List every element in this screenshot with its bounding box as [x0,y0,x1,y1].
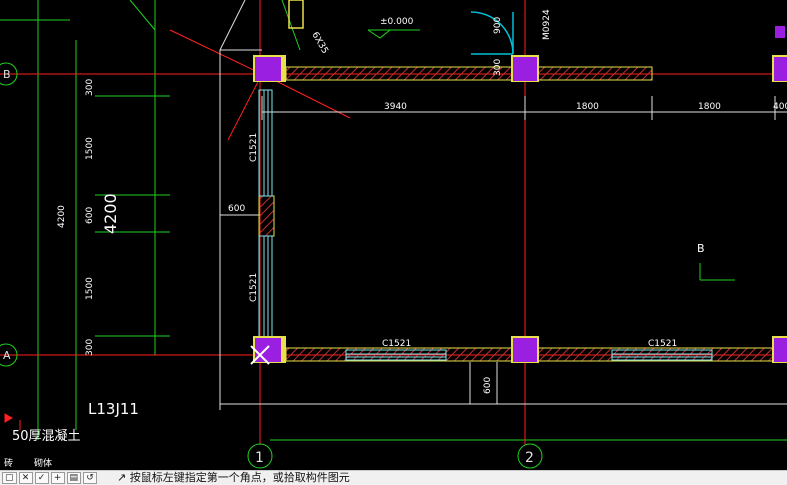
diag-label: 6X35 [309,31,329,56]
undo-button[interactable]: ↺ [83,472,98,484]
side-dim-600: 600 [228,204,245,214]
windows[interactable] [258,89,713,361]
left-dim-5: 300 [85,339,95,356]
left-dim-3: 600 [85,207,95,224]
top-dim-1: 3940 [384,102,407,112]
confirm-button[interactable]: ✓ [34,472,49,484]
grid-bubble-a: A [3,349,11,362]
window-label-left-upper: C1521 [249,133,259,162]
elevation-label: ±0.000 [380,17,414,27]
wall-dim-300: 300 [493,59,503,76]
door-label: M0924 [542,9,552,40]
bottom-left-label-1: 砖 [4,457,13,469]
grid-bubble-b: B [3,68,11,81]
top-dim-3: 1800 [698,102,721,112]
left-dim-4: 1500 [85,277,95,300]
cad-drawing-canvas[interactable]: B A 1 2 ±0.000 M0924 900 300 6X35 3940 1… [0,0,787,470]
bottom-dim-600: 600 [483,377,493,394]
top-dim-2: 1800 [576,102,599,112]
command-prompt: ↗ 按鼠标左键指定第一个角点，或拾取构件图元 [117,471,350,484]
grid-bubbles [0,62,543,469]
red-x-marker-icon [4,413,14,423]
bottom-left-label-2: 砌体 [34,457,52,469]
left-total-dim: 4200 [57,205,67,228]
grid-bubble-2: 2 [525,450,534,466]
door-dim: 900 [493,17,503,34]
status-bar: ▢ ✕ ✓ + ▤ ↺ ↗ 按鼠标左键指定第一个角点，或拾取构件图元 [0,470,787,485]
slab-label: 50厚混凝土 [12,428,81,444]
elevation-marker-icon [367,29,420,39]
room-label: B [697,242,705,255]
add-button[interactable]: + [50,472,65,484]
top-dim-4: 400 [773,102,787,112]
grid-bubble-1: 1 [255,450,264,466]
left-dim-1: 300 [85,79,95,96]
select-box-button[interactable]: ▢ [2,472,17,484]
layer-button[interactable]: ▤ [66,472,82,484]
delete-button[interactable]: ✕ [18,472,33,484]
window-label-left-lower: C1521 [249,273,259,302]
wall-code-label: L13J11 [88,400,139,418]
window-label-bottom-1: C1521 [382,339,411,349]
big-dim: 4200 [101,193,120,234]
left-dim-2: 1500 [85,137,95,160]
window-label-bottom-2: C1521 [648,339,677,349]
